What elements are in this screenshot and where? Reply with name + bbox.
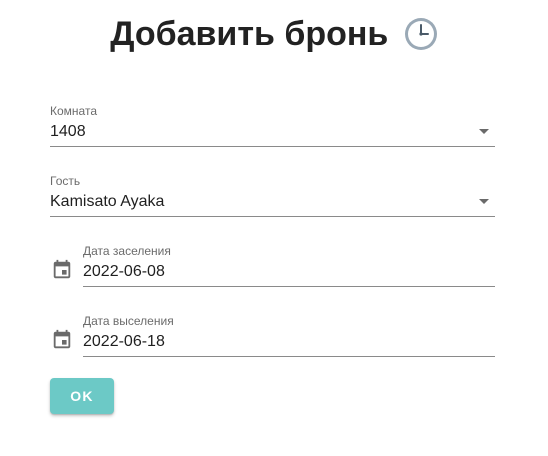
checkin-value[interactable]: 2022-06-08: [83, 262, 165, 282]
guest-underline: [50, 216, 495, 217]
room-underline: [50, 146, 495, 147]
room-label: Комната: [50, 104, 97, 118]
room-select[interactable]: Комната 1408: [50, 104, 495, 162]
guest-select[interactable]: Гость Kamisato Ayaka: [50, 174, 495, 232]
checkout-date-field[interactable]: Дата выселения 2022-06-18: [83, 314, 495, 372]
checkin-underline: [83, 286, 495, 287]
room-value: 1408: [50, 123, 86, 140]
calendar-icon[interactable]: [51, 329, 73, 351]
calendar-icon[interactable]: [51, 259, 73, 281]
checkout-value[interactable]: 2022-06-18: [83, 332, 165, 352]
page-header: Добавить бронь: [0, 14, 548, 54]
add-booking-page: Добавить бронь Комната 1408 Гость Kamisa…: [0, 0, 548, 456]
dropdown-arrow-icon[interactable]: [479, 199, 489, 204]
clock-icon: [404, 18, 437, 50]
ok-button[interactable]: OK: [50, 378, 114, 414]
page-title: Добавить бронь: [110, 15, 389, 53]
guest-label: Гость: [50, 174, 81, 188]
checkin-label: Дата заселения: [83, 244, 171, 258]
dropdown-arrow-icon[interactable]: [479, 129, 489, 134]
guest-value: Kamisato Ayaka: [50, 193, 165, 210]
checkin-date-field[interactable]: Дата заселения 2022-06-08: [83, 244, 495, 302]
checkout-underline: [83, 356, 495, 357]
checkout-label: Дата выселения: [83, 314, 174, 328]
